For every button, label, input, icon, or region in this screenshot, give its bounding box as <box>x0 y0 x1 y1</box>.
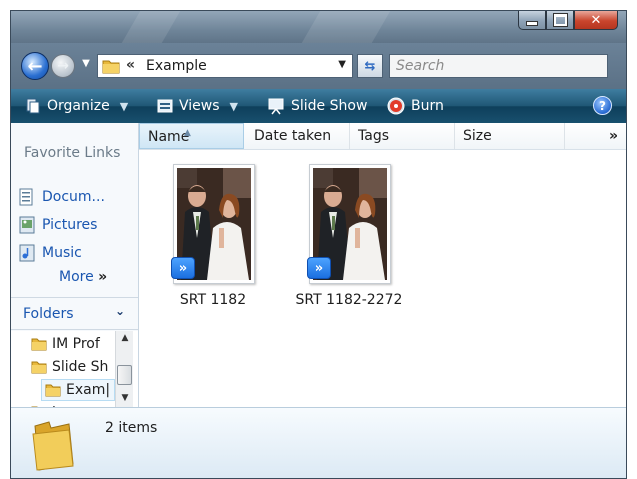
scroll-thumb[interactable] <box>117 365 132 385</box>
column-header-row: ▲ Name Date taken Tags Size » <box>139 123 626 150</box>
forward-arrow-icon: → <box>57 58 69 74</box>
folder-icon <box>31 361 47 374</box>
column-header-name[interactable]: ▲ Name <box>139 123 244 149</box>
folder-icon <box>102 60 120 74</box>
sort-ascending-icon: ▲ <box>184 128 191 138</box>
nav-link-label: Pictures <box>42 217 98 233</box>
tree-item-label: Exam| <box>66 382 111 398</box>
back-button[interactable]: ← <box>21 52 49 80</box>
burn-label: Burn <box>411 98 444 114</box>
tree-item-label: Slide Sh <box>52 359 109 375</box>
column-label: Size <box>463 128 492 144</box>
slideshow-badge-icon: » <box>307 257 331 279</box>
slideshow-button[interactable]: Slide Show <box>267 89 367 123</box>
folder-icon <box>31 338 47 351</box>
more-label: More <box>59 269 94 285</box>
minimize-button[interactable] <box>518 11 546 30</box>
close-button[interactable]: ✕ <box>574 11 618 30</box>
refresh-button[interactable]: ⇆ <box>357 54 383 78</box>
favorite-links-heading: Favorite Links <box>24 145 121 161</box>
title-bar[interactable]: ✕ <box>11 11 626 43</box>
column-label: Date taken <box>254 128 332 144</box>
tree-item-label: IM Prof <box>52 336 100 352</box>
tree-item-selected[interactable]: Exam| <box>41 379 115 401</box>
close-icon: ✕ <box>590 12 602 28</box>
organize-icon <box>26 98 40 114</box>
forward-button[interactable]: → <box>51 54 75 78</box>
nav-link-documents[interactable]: Docum... <box>19 186 105 208</box>
photo-thumbnail[interactable]: » <box>307 164 391 284</box>
recent-pages-button[interactable]: ▼ <box>79 57 93 71</box>
slideshow-badge-icon: » <box>171 257 195 279</box>
organize-label: Organize <box>47 98 110 114</box>
tree-item[interactable]: IM Prof <box>31 333 100 355</box>
address-path[interactable]: Example <box>146 58 207 74</box>
folder-tree: IM Prof Slide Sh Exam| temp ▲ ▼ <box>11 331 138 407</box>
more-chevron-icon: » <box>98 269 108 285</box>
tree-item[interactable]: Slide Sh <box>31 356 108 378</box>
organize-button[interactable]: Organize ▼ <box>25 89 128 123</box>
address-bar[interactable]: « Example ▼ <box>97 54 353 78</box>
file-list: » SRT 1182 » SRT 1182-2272 <box>139 150 626 407</box>
nav-link-label: Docum... <box>42 189 105 205</box>
column-header-date-taken[interactable]: Date taken <box>246 123 350 149</box>
maximize-icon <box>553 14 567 26</box>
address-overflow-chevron[interactable]: « <box>126 57 135 73</box>
column-label: Tags <box>358 128 389 144</box>
folders-divider <box>11 329 138 330</box>
views-icon <box>157 99 173 113</box>
slideshow-icon <box>268 98 284 115</box>
burn-button[interactable]: Burn <box>387 89 444 123</box>
photo-thumbnail[interactable]: » <box>171 164 255 284</box>
chevron-down-icon[interactable]: ▼ <box>338 59 346 70</box>
tree-scrollbar[interactable]: ▲ ▼ <box>115 331 133 407</box>
nav-divider <box>11 297 138 298</box>
nav-link-pictures[interactable]: Pictures <box>19 214 97 236</box>
slideshow-label: Slide Show <box>291 98 368 114</box>
more-links-button[interactable]: More » <box>59 269 107 285</box>
search-input[interactable]: Search <box>389 54 608 78</box>
refresh-icon: ⇆ <box>364 58 376 74</box>
nav-link-label: Music <box>42 245 82 261</box>
folders-heading[interactable]: Folders <box>23 306 74 322</box>
chevron-down-icon[interactable]: ⌄ <box>115 304 125 318</box>
item-count: 2 items <box>105 420 158 436</box>
views-label: Views <box>179 98 220 114</box>
chevron-down-icon: ▼ <box>119 99 129 113</box>
views-button[interactable]: Views ▼ <box>157 89 238 123</box>
scroll-down-icon[interactable]: ▼ <box>119 393 131 403</box>
scroll-up-icon[interactable]: ▲ <box>119 333 131 343</box>
command-bar: Organize ▼ Views ▼ Slide Show Burn ? <box>11 89 626 123</box>
chevron-down-icon: ▼ <box>229 99 238 113</box>
documents-icon <box>19 188 33 206</box>
column-header-tags[interactable]: Tags <box>350 123 455 149</box>
music-icon <box>19 244 35 262</box>
folder-icon <box>45 384 61 397</box>
nav-link-music[interactable]: Music <box>19 242 82 264</box>
navigation-pane: Favorite Links Docum... Pictures Music M… <box>11 123 139 407</box>
explorer-window: ✕ ← → ▼ « Example ▼ ⇆ Search Organize ▼ <box>10 10 627 479</box>
more-columns-button[interactable]: » <box>609 123 618 149</box>
help-icon[interactable]: ? <box>593 96 612 115</box>
glass-highlight <box>121 11 181 43</box>
column-header-size[interactable]: Size <box>455 123 565 149</box>
address-row: ← → ▼ « Example ▼ ⇆ Search <box>11 43 626 89</box>
minimize-icon <box>526 20 538 26</box>
glass-highlight <box>301 11 391 43</box>
window-controls: ✕ <box>518 11 618 31</box>
burn-icon <box>387 97 405 115</box>
folder-icon <box>32 421 74 471</box>
file-name[interactable]: SRT 1182 <box>143 292 283 308</box>
details-pane: 2 items <box>11 407 626 478</box>
chevron-down-icon: ▼ <box>82 58 90 69</box>
file-name[interactable]: SRT 1182-2272 <box>279 292 419 308</box>
maximize-button[interactable] <box>546 11 574 30</box>
back-arrow-icon: ← <box>27 55 43 77</box>
pictures-icon <box>19 216 35 234</box>
